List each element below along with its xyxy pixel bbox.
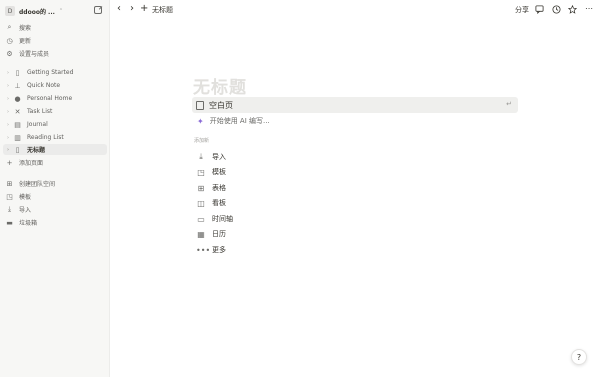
template-option-import[interactable]: ⤓ 导入 [196, 151, 226, 163]
sidebar-item-label: Personal Home [27, 95, 73, 102]
template-option-label: 时间轴 [212, 215, 233, 223]
calendar-icon: ▦ [197, 229, 205, 239]
sidebar-item-label: 设置与成员 [19, 51, 50, 58]
sidebar-item-updates[interactable]: ◷ 更新 [5, 35, 107, 46]
plus-icon: + [6, 158, 13, 167]
template-icon: ◳ [6, 192, 13, 201]
history-clock-icon[interactable] [552, 5, 561, 14]
sidebar-page-journal[interactable]: › ▤ Journal [5, 119, 107, 130]
sidebar-item-search[interactable]: ⌕ 搜索 [5, 22, 107, 33]
chevron-right-icon[interactable]: › [5, 147, 11, 153]
template-option-templates[interactable]: ◳ 模板 [196, 166, 226, 178]
sidebar-item-label: 无标题 [27, 147, 46, 154]
forward-arrow-icon[interactable]: › [130, 3, 134, 14]
template-option-label: 模板 [212, 168, 226, 176]
download-icon: ⤓ [199, 152, 203, 161]
sidebar-item-import[interactable]: ⤓ 导入 [5, 204, 107, 215]
sidebar-page-personal-home[interactable]: › ● Personal Home [5, 93, 107, 104]
workspace-name: ddooo的 ... [19, 8, 55, 16]
chevron-right-icon[interactable]: › [5, 83, 11, 89]
checklist-icon: ✕ [14, 107, 21, 116]
sidebar-item-label: Quick Note [27, 82, 61, 89]
sidebar-item-label: 添加页面 [19, 160, 44, 167]
more-icon: ••• [196, 245, 211, 255]
pin-icon: ⊥ [14, 81, 21, 90]
template-option-label: 日历 [212, 230, 226, 238]
sidebar-item-label: 更新 [19, 38, 32, 45]
chevron-right-icon[interactable]: › [5, 122, 11, 128]
book-icon: ▤ [14, 120, 21, 129]
help-button[interactable]: ? [571, 349, 587, 365]
sidebar-page-quick-note[interactable]: › ⊥ Quick Note [5, 80, 107, 91]
template-option-timeline[interactable]: ▭ 时间轴 [196, 213, 233, 225]
sidebar-item-label: 垃圾箱 [19, 220, 38, 227]
blank-page-option[interactable]: 空白页 ↵ [192, 97, 518, 113]
sidebar-page-task-list[interactable]: › ✕ Task List [5, 106, 107, 117]
compose-icon[interactable] [94, 6, 102, 14]
sidebar-item-label: 搜索 [19, 25, 32, 32]
sidebar-item-label: 导入 [19, 207, 32, 214]
template-option-board[interactable]: ◫ 看板 [196, 197, 226, 209]
sidebar: D ddooo的 ... ⌃ ⌕ 搜索 ◷ 更新 ⚙ 设置与成员 › ▯ Get… [0, 0, 110, 377]
template-option-calendar[interactable]: ▦ 日历 [196, 228, 226, 240]
workspace-avatar: D [5, 6, 15, 16]
chevron-right-icon[interactable]: › [5, 70, 11, 76]
team-icon: ⊞ [6, 179, 13, 188]
back-arrow-icon[interactable]: ‹ [117, 3, 121, 14]
sidebar-item-label: Journal [27, 121, 48, 128]
sidebar-item-templates[interactable]: ◳ 模板 [5, 191, 107, 202]
sidebar-item-label: 模板 [19, 194, 32, 201]
more-options-icon[interactable]: ⋯ [585, 4, 593, 13]
new-tab-plus-icon[interactable]: + [140, 3, 148, 14]
add-page-button[interactable]: + 添加页面 [5, 157, 107, 168]
trash-icon: ▬ [6, 218, 13, 227]
comment-icon[interactable] [535, 5, 544, 14]
sidebar-page-reading-list[interactable]: › ▥ Reading List [5, 132, 107, 143]
person-icon: ● [14, 94, 21, 103]
sparkle-icon: ✦ [197, 116, 204, 126]
template-option-more[interactable]: ••• 更多 [196, 244, 226, 256]
board-icon: ◫ [197, 198, 205, 208]
clock-icon: ◷ [6, 36, 13, 45]
sidebar-item-label: Getting Started [27, 69, 74, 76]
ai-write-label: 开始使用 AI 编写... [209, 117, 270, 125]
timeline-icon: ▭ [197, 214, 205, 224]
chevron-right-icon[interactable]: › [5, 135, 11, 141]
document-icon: ▯ [15, 68, 20, 77]
star-icon[interactable] [568, 5, 577, 14]
sidebar-page-getting-started[interactable]: › ▯ Getting Started [5, 67, 107, 78]
sidebar-item-settings[interactable]: ⚙ 设置与成员 [5, 48, 107, 59]
enter-key-icon: ↵ [506, 100, 512, 108]
gear-icon: ⚙ [6, 49, 13, 58]
sidebar-item-create-teamspace[interactable]: ⊞ 创建团队空间 [5, 178, 107, 189]
document-icon [196, 100, 204, 110]
share-button[interactable]: 分享 [515, 5, 529, 15]
topbar: ‹ › + 无标题 分享 ⋯ [110, 0, 600, 20]
document-icon: ▯ [15, 145, 20, 154]
search-icon: ⌕ [7, 23, 12, 31]
template-icon: ◳ [197, 167, 205, 177]
template-option-label: 导入 [212, 153, 226, 161]
template-option-label: 看板 [212, 199, 226, 207]
sidebar-item-label: Reading List [27, 134, 64, 141]
sidebar-page-untitled[interactable]: › ▯ 无标题 [3, 144, 107, 155]
chevron-right-icon[interactable]: › [5, 96, 11, 102]
template-option-table[interactable]: ⊞ 表格 [196, 182, 226, 194]
sidebar-item-label: 创建团队空间 [19, 181, 56, 188]
sidebar-item-trash[interactable]: ▬ 垃圾箱 [5, 217, 107, 228]
page-title-placeholder[interactable]: 无标题 [193, 73, 247, 98]
ai-write-option[interactable]: ✦ 开始使用 AI 编写... [197, 116, 270, 126]
book-stack-icon: ▥ [14, 133, 21, 142]
template-option-label: 更多 [212, 246, 226, 254]
sidebar-item-label: Task List [27, 108, 53, 115]
download-icon: ⤓ [7, 205, 12, 213]
add-new-section-label: 添加新 [194, 138, 210, 144]
workspace-switcher[interactable]: D ddooo的 ... ⌃ [4, 4, 106, 18]
blank-page-label: 空白页 [209, 100, 233, 110]
chevron-right-icon[interactable]: › [5, 109, 11, 115]
template-option-label: 表格 [212, 184, 226, 192]
chevron-updown-icon: ⌃ [58, 8, 64, 14]
table-icon: ⊞ [197, 183, 205, 193]
breadcrumb[interactable]: 无标题 [152, 5, 173, 15]
